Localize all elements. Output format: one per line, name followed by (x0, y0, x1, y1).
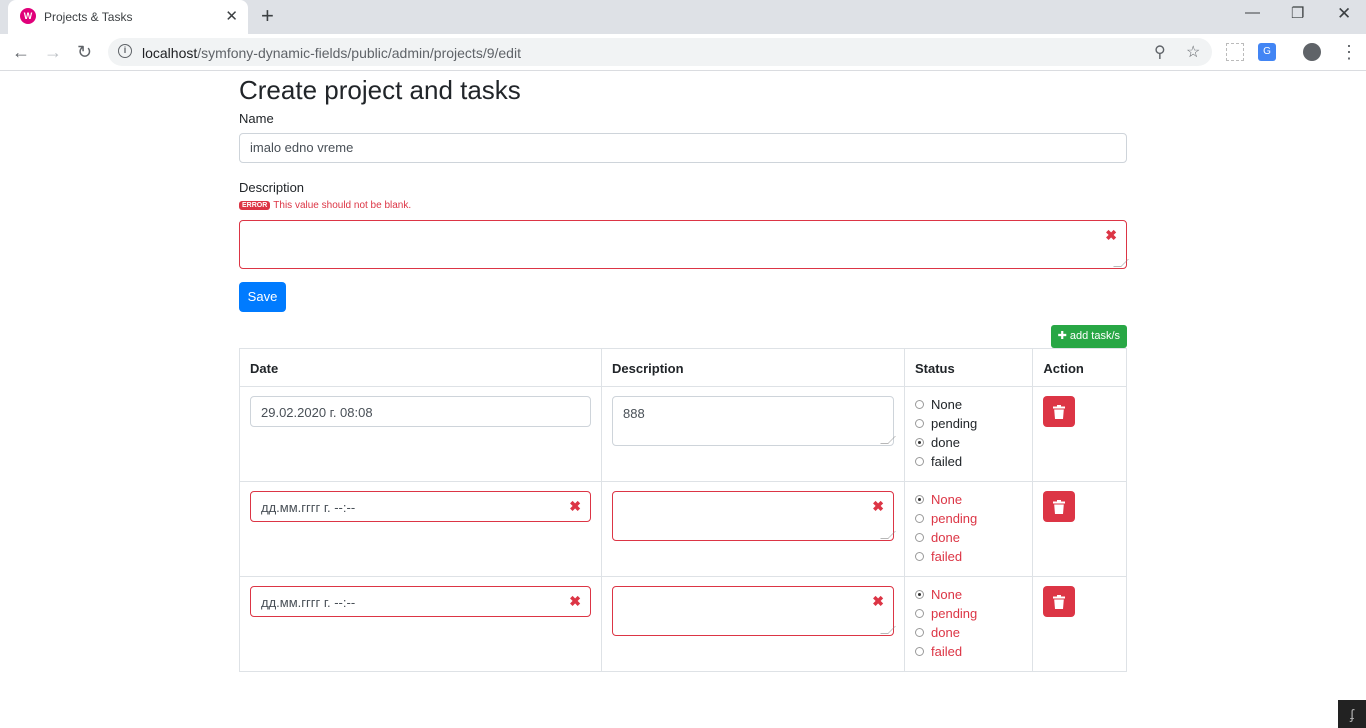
invalid-icon: ✖ (1105, 227, 1117, 243)
profile-icon[interactable] (1303, 43, 1321, 61)
status-cell: None pending done failed (903, 576, 1034, 672)
description-error: ERROR This value should not be blank. (239, 200, 411, 211)
delete-task-button[interactable] (1043, 586, 1076, 617)
radio-button[interactable] (915, 628, 924, 637)
delete-task-button[interactable] (1043, 396, 1076, 427)
date-cell: 29.02.2020 г. 08:08 (239, 386, 602, 482)
menu-icon[interactable]: ⋮ (1340, 40, 1358, 64)
status-option[interactable]: done (915, 623, 1022, 642)
radio-button[interactable] (915, 590, 924, 599)
status-option[interactable]: pending (915, 414, 1022, 433)
browser-tab-bar: W Projects & Tasks ✕ + — ❐ ✕ (0, 0, 1366, 34)
info-icon[interactable]: i (118, 44, 132, 58)
status-option[interactable]: pending (915, 509, 1022, 528)
date-input[interactable]: 29.02.2020 г. 08:08 (250, 396, 591, 427)
radio-button[interactable] (915, 438, 924, 447)
action-cell (1032, 576, 1127, 672)
radio-button[interactable] (915, 495, 924, 504)
save-button[interactable]: Save (239, 282, 286, 312)
date-input[interactable]: дд.мм.гггг г. --:-- ✖ (250, 586, 591, 617)
favicon-icon: W (20, 8, 36, 24)
radio-button[interactable] (915, 514, 924, 523)
task-description-textarea[interactable]: ✖ (612, 586, 896, 636)
resize-handle[interactable] (1113, 259, 1129, 267)
table-row: 29.02.2020 г. 08:08 888 None pending don… (239, 386, 1127, 482)
resize-handle[interactable] (880, 436, 896, 444)
invalid-icon: ✖ (569, 498, 581, 514)
column-header-action: Action (1032, 348, 1127, 387)
description-cell: ✖ (601, 576, 905, 672)
delete-task-button[interactable] (1043, 491, 1076, 522)
task-description-textarea[interactable]: 888 (612, 396, 896, 446)
symfony-toolbar-icon[interactable]: ʄ (1338, 700, 1366, 728)
close-tab-icon[interactable]: ✕ (225, 7, 238, 25)
resize-handle[interactable] (880, 626, 896, 634)
task-description-textarea[interactable]: ✖ (612, 491, 896, 541)
radio-button[interactable] (915, 533, 924, 542)
date-cell: дд.мм.гггг г. --:-- ✖ (239, 481, 602, 577)
description-textarea[interactable]: ✖ (239, 220, 1129, 269)
column-header-status: Status (903, 348, 1034, 387)
trash-icon (1053, 594, 1066, 609)
description-label: Description (239, 180, 305, 195)
bookmark-star-icon[interactable]: ☆ (1186, 42, 1200, 62)
date-input[interactable]: дд.мм.гггг г. --:-- ✖ (250, 491, 591, 522)
status-option[interactable]: None (915, 585, 1022, 604)
add-tasks-button[interactable]: ✚ add task/s (1050, 325, 1127, 348)
tasks-table: Date Description Status Action 29.02.202… (239, 348, 1127, 672)
status-option[interactable]: done (915, 433, 1022, 452)
browser-toolbar: ← → ↻ i localhost/symfony-dynamic-fields… (0, 34, 1366, 71)
reload-icon[interactable]: ↻ (77, 40, 92, 64)
status-option[interactable]: pending (915, 604, 1022, 623)
status-option[interactable]: None (915, 395, 1022, 414)
back-icon[interactable]: ← (12, 40, 30, 64)
status-option[interactable]: failed (915, 642, 1022, 661)
invalid-icon: ✖ (872, 498, 884, 514)
error-message: This value should not be blank. (273, 200, 412, 211)
radio-button[interactable] (915, 552, 924, 561)
table-row: дд.мм.гггг г. --:-- ✖ ✖ None pending don… (239, 481, 1127, 577)
description-cell: ✖ (601, 481, 905, 577)
name-label: Name (239, 111, 274, 126)
tab-title: Projects & Tasks (44, 10, 133, 24)
column-header-description: Description (601, 348, 905, 387)
radio-button[interactable] (915, 419, 924, 428)
status-cell: None pending done failed (903, 386, 1034, 482)
radio-button[interactable] (915, 647, 924, 656)
radio-button[interactable] (915, 457, 924, 466)
minimize-icon[interactable]: — (1245, 4, 1260, 21)
trash-icon (1053, 499, 1066, 514)
status-option[interactable]: failed (915, 452, 1022, 471)
plus-icon: ✚ (1057, 330, 1070, 342)
status-option[interactable]: done (915, 528, 1022, 547)
name-input[interactable]: imalo edno vreme (239, 133, 1127, 163)
forward-icon[interactable]: → (44, 40, 62, 64)
zoom-icon[interactable]: ⚲ (1154, 42, 1166, 62)
url-text: localhost/symfony-dynamic-fields/public/… (142, 45, 521, 61)
table-row: дд.мм.гггг г. --:-- ✖ ✖ None pending don… (239, 576, 1127, 672)
radio-button[interactable] (915, 609, 924, 618)
extension-icon[interactable] (1226, 43, 1244, 61)
browser-tab[interactable]: W Projects & Tasks ✕ (8, 0, 248, 34)
resize-handle[interactable] (880, 531, 896, 539)
trash-icon (1053, 404, 1066, 419)
address-bar[interactable]: i localhost/symfony-dynamic-fields/publi… (108, 38, 1212, 66)
date-cell: дд.мм.гггг г. --:-- ✖ (239, 576, 602, 672)
column-header-date: Date (239, 348, 602, 387)
description-cell: 888 (601, 386, 905, 482)
status-option[interactable]: None (915, 490, 1022, 509)
status-option[interactable]: failed (915, 547, 1022, 566)
close-window-icon[interactable]: ✕ (1337, 4, 1351, 24)
invalid-icon: ✖ (872, 593, 884, 609)
translate-icon[interactable]: G (1258, 43, 1276, 61)
action-cell (1032, 481, 1127, 577)
radio-button[interactable] (915, 400, 924, 409)
action-cell (1032, 386, 1127, 482)
new-tab-icon[interactable]: + (261, 5, 274, 27)
error-badge: ERROR (239, 201, 271, 210)
invalid-icon: ✖ (569, 593, 581, 609)
restore-icon[interactable]: ❐ (1291, 4, 1304, 22)
status-cell: None pending done failed (903, 481, 1034, 577)
page-title: Create project and tasks (239, 75, 521, 105)
